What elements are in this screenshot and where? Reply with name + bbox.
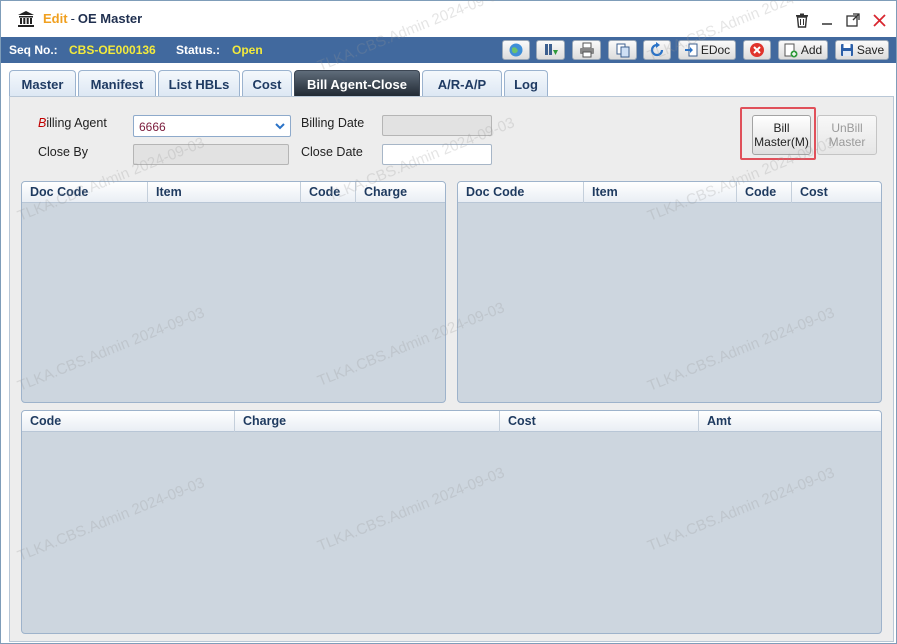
seq-no-value: CBS-OE000136 bbox=[69, 43, 156, 57]
cost-grid[interactable]: Doc Code Item Code Cost bbox=[457, 181, 882, 403]
add-label: Add bbox=[800, 43, 823, 57]
column-header[interactable]: Cost bbox=[500, 411, 699, 432]
billing-agent-select[interactable]: 6666 bbox=[133, 115, 291, 137]
close-date-input[interactable] bbox=[382, 144, 492, 165]
tab-list-hbls[interactable]: List HBLs bbox=[158, 70, 240, 97]
billing-date-field bbox=[382, 115, 492, 136]
billing-agent-label: Billing Agent bbox=[38, 116, 107, 130]
charge-grid[interactable]: Doc Code Item Code Charge bbox=[21, 181, 446, 403]
save-label: Save bbox=[856, 43, 885, 57]
close-by-field bbox=[133, 144, 289, 165]
billing-date-label: Billing Date bbox=[301, 116, 365, 130]
tab-ar-ap[interactable]: A/R-A/P bbox=[422, 70, 502, 97]
printer-icon bbox=[579, 42, 594, 58]
title-bar: Edit - OE Master bbox=[1, 1, 896, 37]
floppy-icon bbox=[840, 44, 853, 56]
print-button[interactable] bbox=[572, 40, 601, 60]
column-header[interactable]: Item bbox=[148, 182, 301, 203]
column-header[interactable]: Doc Code bbox=[458, 182, 584, 203]
edoc-button[interactable]: EDoc bbox=[678, 40, 736, 60]
copy-icon bbox=[616, 43, 629, 58]
bank-icon bbox=[18, 11, 34, 27]
add-doc-icon bbox=[784, 43, 798, 57]
refresh-icon bbox=[650, 42, 664, 57]
cancel-icon bbox=[750, 43, 764, 57]
column-header[interactable]: Code bbox=[22, 411, 235, 432]
minimize-icon[interactable] bbox=[818, 11, 836, 29]
copy-button[interactable] bbox=[608, 40, 637, 60]
status-label: Status.: bbox=[176, 43, 221, 57]
billing-agent-label-rest: illing Agent bbox=[46, 116, 107, 130]
unbill-master-line2: Master bbox=[828, 135, 866, 149]
charge-grid-header: Doc Code Item Code Charge bbox=[22, 182, 445, 203]
record-info-bar: Seq No.: CBS-OE000136 Status.: Open EDoc… bbox=[1, 37, 896, 63]
column-header[interactable]: Cost bbox=[792, 182, 881, 203]
column-header[interactable]: Charge bbox=[235, 411, 500, 432]
column-header[interactable]: Doc Code bbox=[22, 182, 148, 203]
status-value: Open bbox=[232, 43, 263, 57]
cancel-button[interactable] bbox=[743, 40, 771, 60]
column-header[interactable]: Code bbox=[301, 182, 356, 203]
edoc-label: EDoc bbox=[700, 43, 731, 57]
close-icon[interactable] bbox=[870, 11, 888, 29]
bill-master-line2: Master(M) bbox=[754, 135, 809, 149]
column-header[interactable]: Amt bbox=[699, 411, 881, 432]
add-button[interactable]: Add bbox=[778, 40, 828, 60]
title-mode: Edit bbox=[43, 11, 68, 26]
summary-grid[interactable]: Code Charge Cost Amt bbox=[21, 410, 882, 634]
bill-agent-close-panel: Billing Agent 6666 Billing Date Close By… bbox=[9, 96, 894, 642]
title-name: OE Master bbox=[77, 11, 143, 26]
summary-grid-header: Code Charge Cost Amt bbox=[22, 411, 881, 432]
tab-manifest[interactable]: Manifest bbox=[78, 70, 156, 97]
bill-master-line1: Bill bbox=[773, 121, 790, 135]
globe-button[interactable] bbox=[502, 40, 530, 60]
tab-log[interactable]: Log bbox=[504, 70, 548, 97]
refresh-button[interactable] bbox=[643, 40, 671, 60]
window-title: Edit - OE Master bbox=[43, 11, 142, 26]
export-button[interactable] bbox=[536, 40, 565, 60]
column-header[interactable]: Code bbox=[737, 182, 792, 203]
column-header[interactable]: Charge bbox=[356, 182, 445, 203]
column-header[interactable]: Item bbox=[584, 182, 737, 203]
bill-master-button[interactable]: Bill Master(M) bbox=[752, 115, 811, 155]
oe-master-window: Edit - OE Master Seq No.: CBS-OE000136 Sta… bbox=[0, 0, 897, 644]
tab-bill-agent-close[interactable]: Bill Agent-Close bbox=[294, 70, 420, 97]
tab-cost[interactable]: Cost bbox=[242, 70, 292, 97]
chevron-down-icon bbox=[275, 123, 285, 130]
globe-icon bbox=[509, 43, 523, 57]
title-separator: - bbox=[70, 11, 75, 26]
tab-master[interactable]: Master bbox=[9, 70, 76, 97]
import-doc-icon bbox=[684, 43, 698, 57]
maximize-icon[interactable] bbox=[844, 11, 862, 29]
close-date-label: Close Date bbox=[301, 145, 363, 159]
billing-agent-value: 6666 bbox=[139, 120, 166, 134]
save-button[interactable]: Save bbox=[835, 40, 889, 60]
unbill-master-button[interactable]: UnBill Master bbox=[817, 115, 877, 155]
column-export-icon bbox=[544, 44, 558, 55]
trash-icon[interactable] bbox=[793, 11, 811, 29]
close-by-label: Close By bbox=[38, 145, 89, 159]
tab-strip: Master Manifest List HBLs Cost Bill Agen… bbox=[1, 63, 896, 97]
unbill-master-line1: UnBill bbox=[831, 121, 863, 135]
cost-grid-header: Doc Code Item Code Cost bbox=[458, 182, 881, 203]
seq-no-label: Seq No.: bbox=[9, 43, 58, 57]
